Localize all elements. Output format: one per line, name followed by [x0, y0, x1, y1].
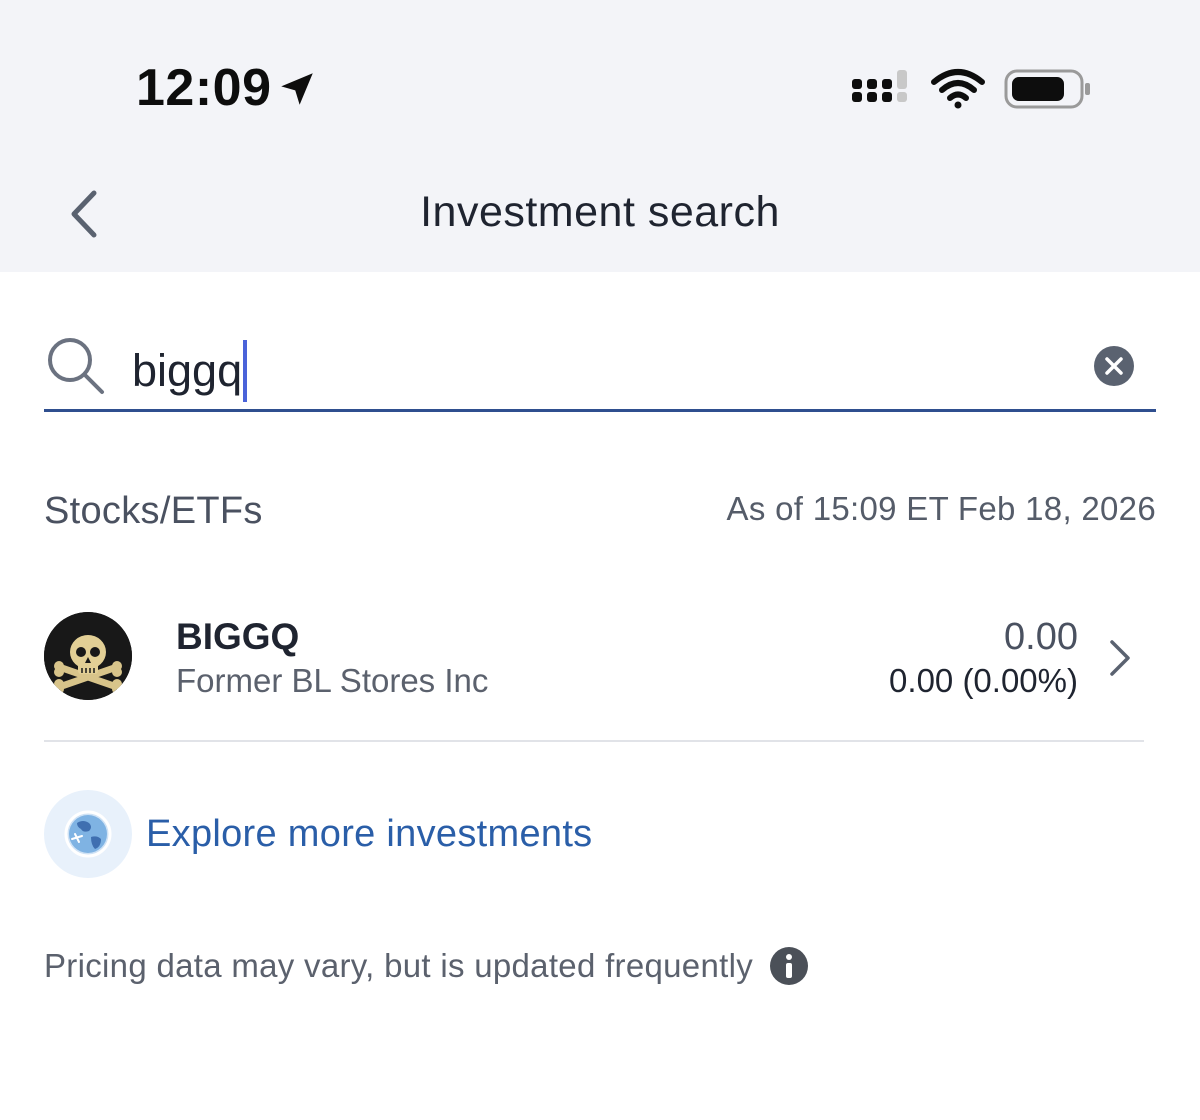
result-change: 0.00 (0.00%) [889, 662, 1078, 699]
as-of-timestamp: As of 15:09 ET Feb 18, 2026 [726, 490, 1156, 527]
cellular-signal-icon [852, 70, 907, 102]
globe-badge [44, 790, 132, 878]
status-time: 12:09 [136, 59, 272, 117]
result-ticker: BIGGQ [176, 616, 300, 657]
search-icon [48, 338, 104, 394]
search-input[interactable]: biggq [132, 340, 248, 402]
location-arrow-icon [281, 73, 313, 105]
clear-circle-icon[interactable] [1092, 344, 1136, 388]
text-caret [243, 340, 248, 402]
skull-crossbones-icon [44, 612, 132, 700]
explore-more-label: Explore more investments [146, 812, 593, 855]
top-header: 12:09 Investment search [0, 0, 1200, 272]
globe-icon [64, 810, 112, 858]
pricing-footnote: Pricing data may vary, but is updated fr… [44, 946, 809, 986]
page-title: Investment search [420, 188, 780, 236]
wifi-icon [931, 69, 985, 109]
section-title: Stocks/ETFs [44, 490, 263, 532]
avatar [44, 612, 132, 700]
chevron-right-icon [1110, 640, 1130, 676]
info-icon[interactable] [769, 946, 809, 986]
footnote-text: Pricing data may vary, but is updated fr… [44, 947, 753, 984]
battery-icon [1004, 69, 1090, 109]
search-query-text: biggq [132, 345, 243, 396]
search-field[interactable]: biggq [44, 328, 1156, 412]
result-row[interactable]: BIGGQ Former BL Stores Inc 0.00 0.00 (0.… [44, 598, 1144, 742]
result-price: 0.00 [1004, 616, 1078, 658]
result-company-name: Former BL Stores Inc [176, 662, 489, 699]
explore-more-link[interactable]: Explore more investments [44, 790, 592, 878]
